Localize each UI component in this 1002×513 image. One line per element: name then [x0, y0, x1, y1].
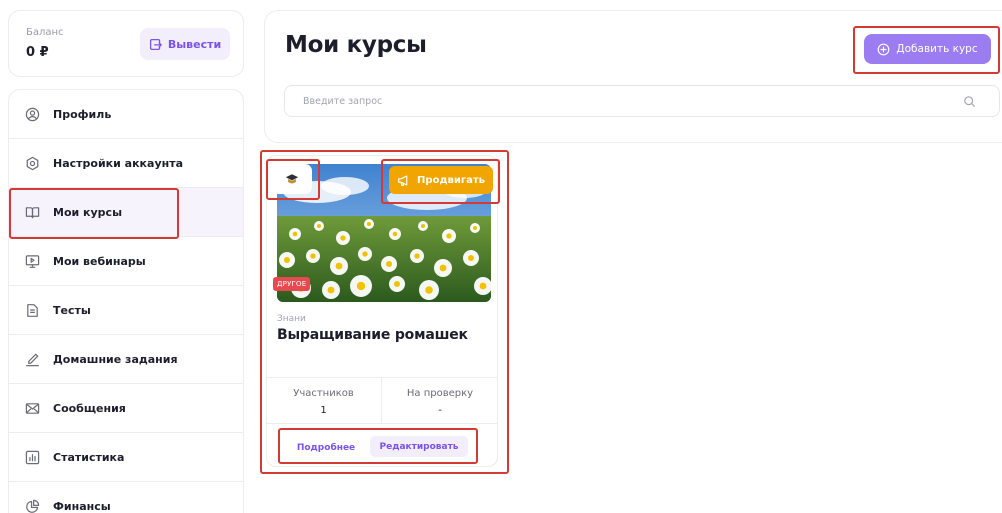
pending-review-label: На проверку [406, 388, 474, 399]
page-title: Мои курсы [285, 32, 427, 58]
balance-label: Баланс [26, 27, 64, 38]
search-icon[interactable] [963, 95, 976, 108]
sidebar-item-homework[interactable]: Домашние задания [9, 335, 243, 384]
megaphone-icon [398, 174, 408, 186]
withdraw-label: Вывести [167, 37, 222, 51]
search-box [284, 85, 1000, 117]
add-course-button[interactable]: Добавить курс [864, 34, 991, 64]
course-author: Знани [277, 314, 306, 324]
document-icon [27, 303, 38, 317]
pending-review-value: - [438, 405, 442, 416]
sidebar: Профиль Настройки аккаунта Мои курсы Мои… [8, 89, 244, 513]
promote-label: Продвигать [417, 174, 485, 186]
participants-value: 1 [320, 405, 327, 416]
participants-label: Участников [293, 388, 354, 399]
sidebar-item-label: Мои вебинары [53, 254, 146, 268]
pen-icon [26, 352, 39, 366]
pie-chart-icon [26, 499, 40, 513]
sidebar-item-label: Профиль [53, 107, 112, 121]
bar-chart-icon [25, 450, 40, 464]
envelope-icon [25, 402, 40, 414]
pending-review-stat: На проверку - [382, 378, 498, 424]
book-icon [25, 206, 40, 218]
search-input[interactable] [303, 86, 903, 116]
course-title[interactable]: Выращивание ромашек [277, 327, 468, 343]
add-course-label: Добавить курс [896, 43, 978, 55]
plus-circle-icon [878, 43, 890, 55]
sidebar-item-label: Мои курсы [53, 205, 123, 219]
sidebar-item-tests[interactable]: Тесты [9, 286, 243, 335]
gear-icon [26, 156, 39, 170]
sidebar-item-label: Тесты [53, 303, 91, 317]
participants-stat: Участников 1 [266, 378, 382, 424]
sidebar-item-account-settings[interactable]: Настройки аккаунта [9, 139, 243, 188]
withdraw-button[interactable]: Вывести [140, 28, 230, 60]
course-stats: Участников 1 На проверку - [266, 377, 498, 424]
sidebar-item-label: Сообщения [53, 401, 126, 415]
sidebar-item-finance[interactable]: Финансы [9, 482, 243, 513]
edit-button[interactable]: Редактировать [370, 436, 468, 457]
monitor-play-icon [25, 254, 40, 268]
sidebar-item-messages[interactable]: Сообщения [9, 384, 243, 433]
details-button[interactable]: Подробнее [285, 438, 367, 458]
withdraw-icon [149, 38, 162, 50]
sidebar-item-label: Статистика [53, 450, 125, 464]
sidebar-item-statistics[interactable]: Статистика [9, 433, 243, 482]
course-type-badge[interactable] [272, 164, 312, 194]
sidebar-item-my-courses[interactable]: Мои курсы [9, 188, 243, 237]
sidebar-item-label: Домашние задания [53, 352, 178, 366]
sidebar-item-label: Финансы [53, 499, 111, 513]
sidebar-item-label: Настройки аккаунта [53, 156, 184, 170]
sidebar-item-my-webinars[interactable]: Мои вебинары [9, 237, 243, 286]
balance-card: Баланс 0 ₽ Вывести [8, 10, 244, 77]
graduation-cap-icon [285, 174, 299, 184]
promote-button[interactable]: Продвигать [389, 166, 493, 194]
sidebar-item-profile[interactable]: Профиль [9, 90, 243, 139]
category-tag: ДРУГОЕ [273, 277, 311, 291]
balance-value: 0 ₽ [26, 45, 49, 60]
user-circle-icon [25, 107, 40, 121]
courses-header-panel [264, 10, 1002, 143]
